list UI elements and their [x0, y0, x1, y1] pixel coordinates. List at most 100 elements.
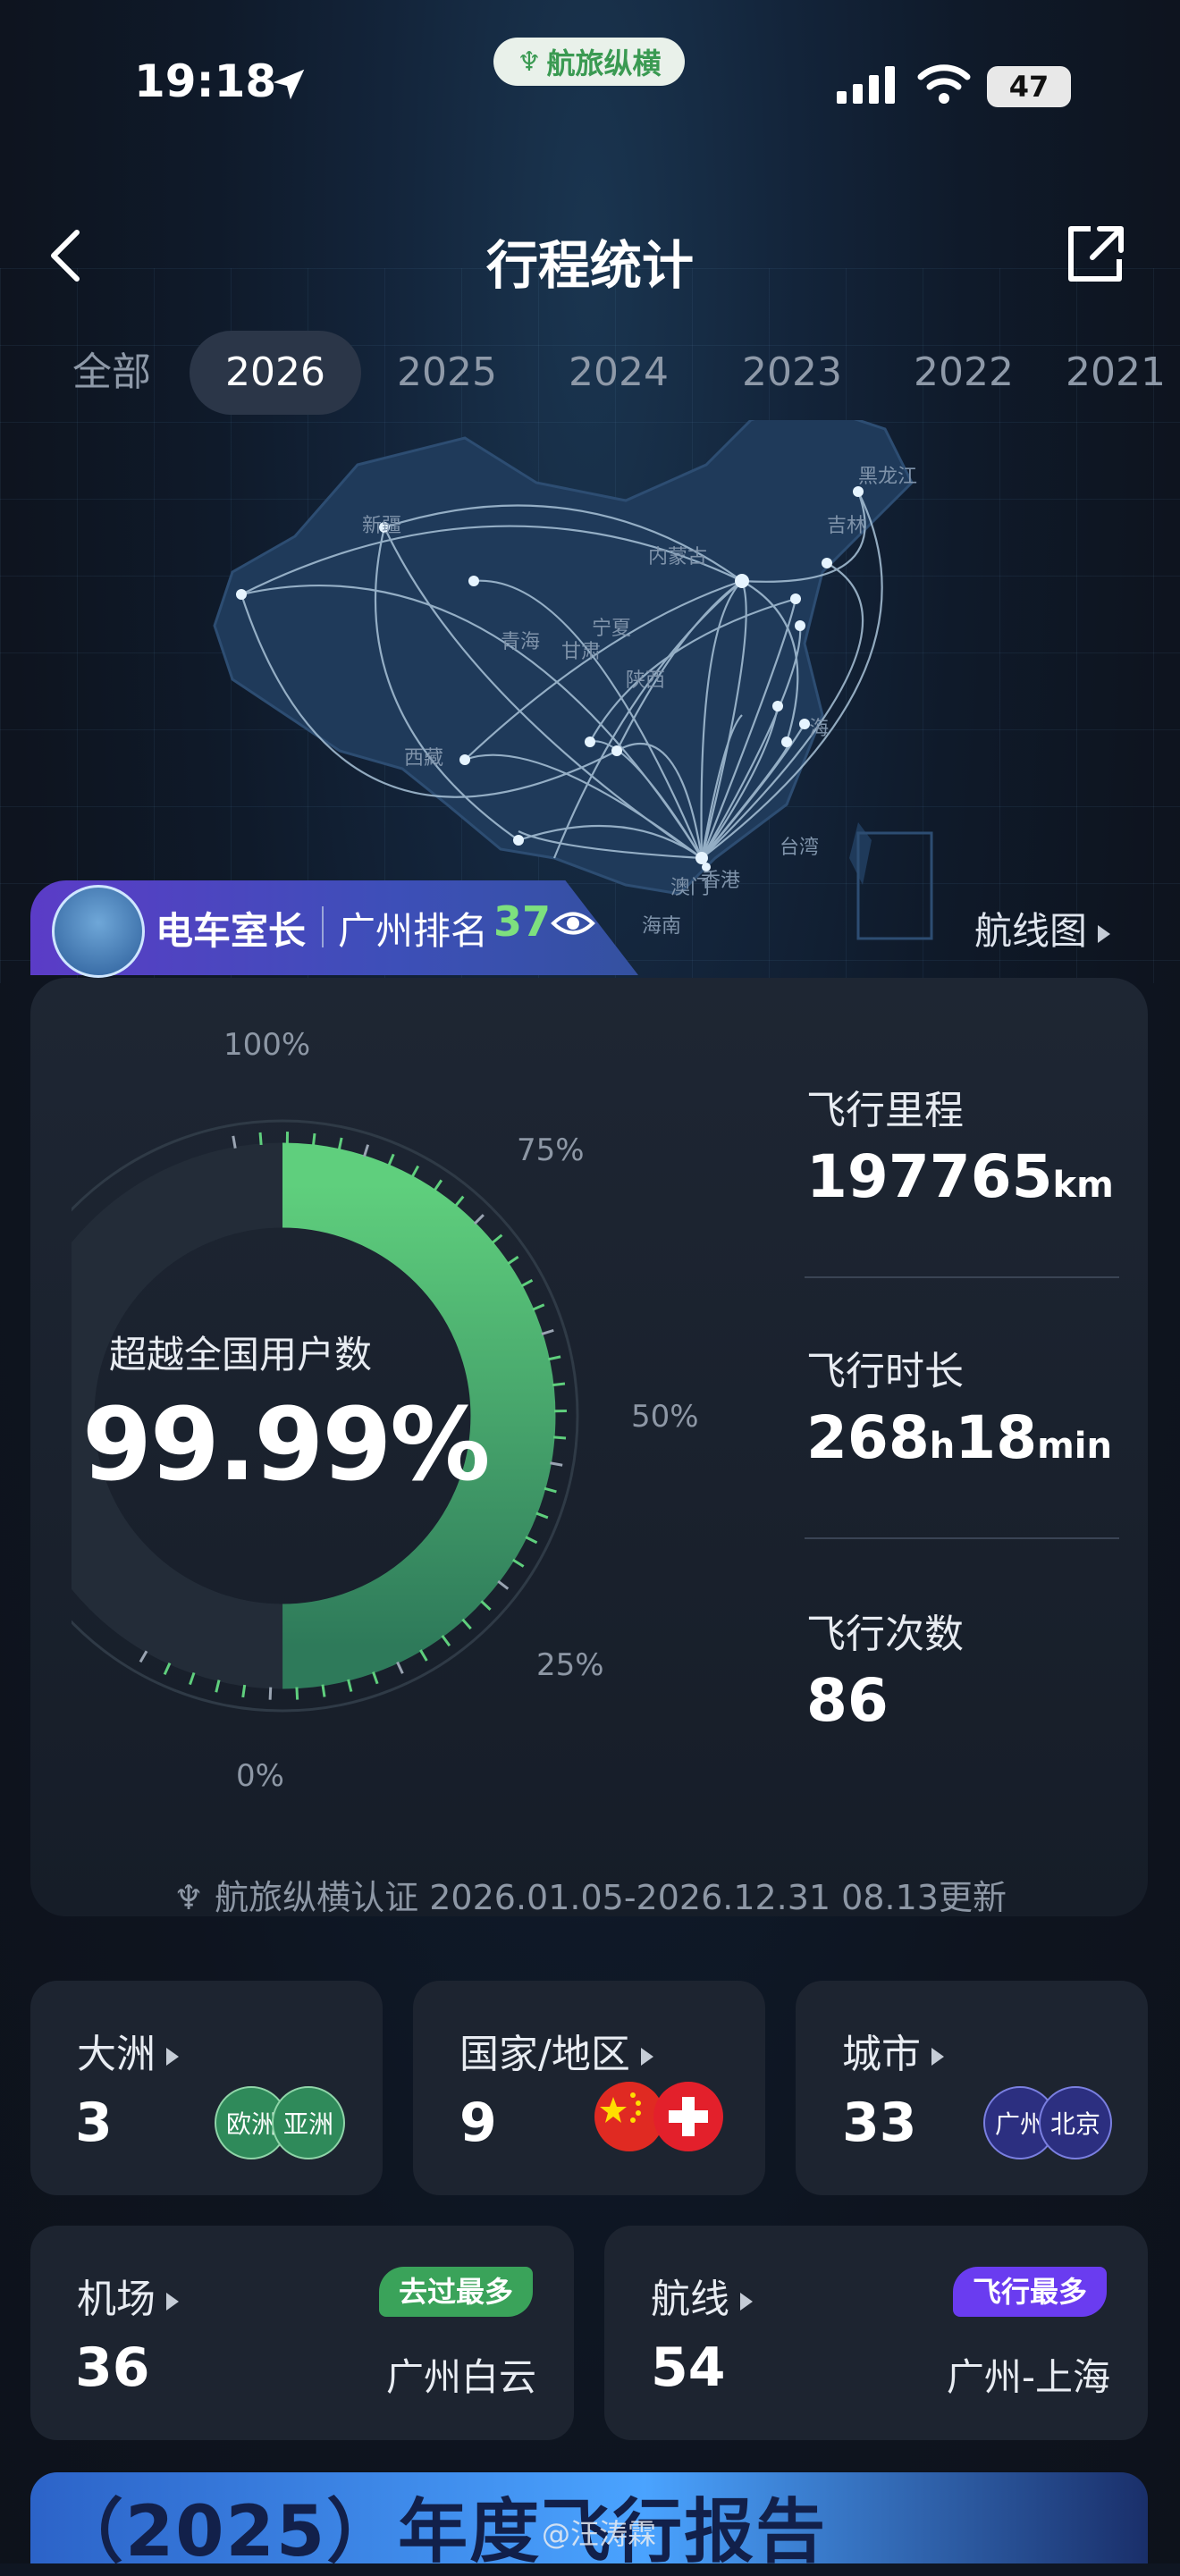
- gauge-tick-mark: [521, 1280, 532, 1286]
- continent-card[interactable]: 大洲 3 欧洲 亚洲: [30, 1981, 383, 2195]
- tab-2025[interactable]: 2025: [375, 331, 518, 415]
- country-title: 国家/地区: [459, 2032, 630, 2077]
- certification-text: 航旅纵横认证 2026.01.05-2026.12.31 08.13更新: [215, 1878, 1007, 1917]
- city-bubble-beijing: 北京: [1039, 2086, 1112, 2159]
- gauge-tick-mark: [455, 1197, 463, 1207]
- gauge-tick-mark: [243, 1685, 245, 1697]
- tab-all[interactable]: 全部: [54, 331, 170, 415]
- country-count: 9: [459, 2092, 497, 2154]
- mileage-value: 197765: [806, 1142, 1053, 1211]
- year-tabs: 全部 2026 2025 2024 2023 2022 2021: [0, 331, 1180, 420]
- gauge-tick-mark: [442, 1636, 450, 1646]
- gauge-tick-mark: [313, 1133, 315, 1146]
- route-map[interactable]: 新疆 黑龙江 吉林 内蒙古 青海 宁夏 甘肃 陕西 西藏 台湾 海南 澳门 香港…: [0, 420, 1180, 956]
- country-card[interactable]: 国家/地区 9: [413, 1981, 765, 2195]
- duration-label: 飞行时长: [806, 1339, 964, 1396]
- airport-card[interactable]: 机场 36 去过最多 广州白云: [30, 2226, 574, 2440]
- location-arrow-icon: [268, 64, 309, 105]
- gauge-value: 99.99%: [82, 1387, 488, 1503]
- stats-divider: [805, 1276, 1119, 1278]
- tab-2024[interactable]: 2024: [547, 331, 690, 415]
- triangle-right-icon: [641, 2048, 653, 2066]
- gauge-tick-0: 0%: [236, 1758, 284, 1794]
- flights-value: 86: [806, 1666, 889, 1735]
- map-label-shanxi: 陕西: [626, 669, 665, 692]
- route-map-link[interactable]: 航线图: [974, 901, 1110, 955]
- tab-2026[interactable]: 2026: [190, 331, 361, 415]
- gauge-tick-mark: [544, 1488, 556, 1492]
- gauge-tick-mark: [513, 1560, 524, 1566]
- battery-indicator: 47: [987, 66, 1071, 107]
- triangle-right-icon: [166, 2293, 179, 2311]
- map-label-taiwan: 台湾: [780, 837, 819, 859]
- brand-logo-icon: ♆: [518, 46, 542, 78]
- map-label-shanghai: 海: [809, 718, 829, 740]
- share-icon[interactable]: [1064, 223, 1126, 286]
- gauge-tick-mark: [420, 1650, 426, 1661]
- gauge-tick-mark: [553, 1437, 566, 1438]
- signal-icon: [835, 64, 898, 105]
- eye-icon[interactable]: [551, 908, 595, 939]
- most-visited-tag: 去过最多: [379, 2267, 533, 2317]
- gauge-tick-mark: [552, 1384, 565, 1385]
- brand-logo-icon: ♆: [173, 1878, 215, 1917]
- gauge-tick-mark: [434, 1180, 442, 1191]
- gauge-tick-mark: [533, 1305, 544, 1309]
- continent-title-row: 大洲: [77, 2022, 179, 2079]
- mileage-unit: km: [1053, 1165, 1114, 1206]
- route-card[interactable]: 航线 54 飞行最多 广州-上海: [604, 2226, 1148, 2440]
- watermark: @汪涛霖: [542, 2512, 656, 2553]
- gauge-tick-mark: [550, 1463, 562, 1465]
- country-title-row: 国家/地区: [459, 2022, 653, 2079]
- tab-2022[interactable]: 2022: [892, 331, 1035, 415]
- map-label-hainan: 海南: [642, 915, 681, 938]
- triangle-right-icon: [740, 2293, 753, 2311]
- continent-title: 大洲: [77, 2032, 156, 2077]
- gauge-tick-mark: [498, 1581, 508, 1589]
- brand-pill: ♆ 航旅纵横: [493, 38, 685, 86]
- city-title: 城市: [842, 2032, 921, 2077]
- user-name: 电车室长: [156, 901, 306, 955]
- gauge-tick-mark: [339, 1138, 341, 1150]
- tab-2023[interactable]: 2023: [721, 331, 864, 415]
- gauge-tick-mark: [526, 1537, 537, 1543]
- gauge-tick-mark: [216, 1680, 219, 1693]
- gauge-tick-mark: [542, 1330, 553, 1334]
- gauge-tick-mark: [190, 1672, 194, 1684]
- gauge-tick-mark: [260, 1132, 261, 1145]
- map-label-heilongjiang: 黑龙江: [858, 466, 917, 488]
- map-label-xinjiang: 新疆: [362, 515, 401, 537]
- gauge-tick-mark: [389, 1154, 393, 1166]
- duration-hours-unit: h: [930, 1426, 955, 1467]
- switzerland-flag-icon: [653, 2081, 724, 2152]
- map-label-ningxia: 宁夏: [592, 618, 631, 640]
- gauge-tick-mark: [481, 1601, 490, 1610]
- gauge-tick-mark: [536, 1513, 548, 1518]
- continent-count: 3: [75, 2092, 113, 2154]
- map-label-xianggang: 香港: [701, 870, 740, 892]
- city-card[interactable]: 城市 33 广州 北京: [796, 1981, 1148, 2195]
- airport-count: 36: [75, 2336, 150, 2399]
- gauge-tick-75: 75%: [517, 1132, 585, 1168]
- rank-label: 广州排名: [338, 901, 488, 955]
- map-label-qinghai: 青海: [501, 631, 540, 653]
- gauge-tick-mark: [233, 1136, 235, 1149]
- annual-report-title: （2025）年度飞行报告: [54, 2476, 827, 2576]
- gauge-tick-mark: [475, 1215, 484, 1224]
- city-count: 33: [842, 2092, 917, 2154]
- most-flown-tag: 飞行最多: [953, 2267, 1107, 2317]
- gauge-tick-mark: [364, 1145, 367, 1157]
- gauge-tick-mark: [164, 1663, 170, 1675]
- city-title-row: 城市: [842, 2022, 944, 2079]
- gauge-tick-mark: [270, 1688, 271, 1700]
- avatar[interactable]: [52, 885, 145, 978]
- flights-label: 飞行次数: [806, 1602, 964, 1659]
- triangle-right-icon: [166, 2048, 179, 2066]
- airport-detail: 广州白云: [386, 2347, 536, 2402]
- tab-2021[interactable]: 2021: [1066, 331, 1180, 415]
- gauge-tick-25: 25%: [536, 1647, 604, 1683]
- brand-pill-label: 航旅纵横: [546, 41, 661, 82]
- gauge-tick-mark: [548, 1357, 560, 1360]
- certification-row: ♆ 航旅纵横认证 2026.01.05-2026.12.31 08.13更新: [0, 1870, 1180, 1919]
- map-label-gansu: 甘肃: [561, 641, 601, 663]
